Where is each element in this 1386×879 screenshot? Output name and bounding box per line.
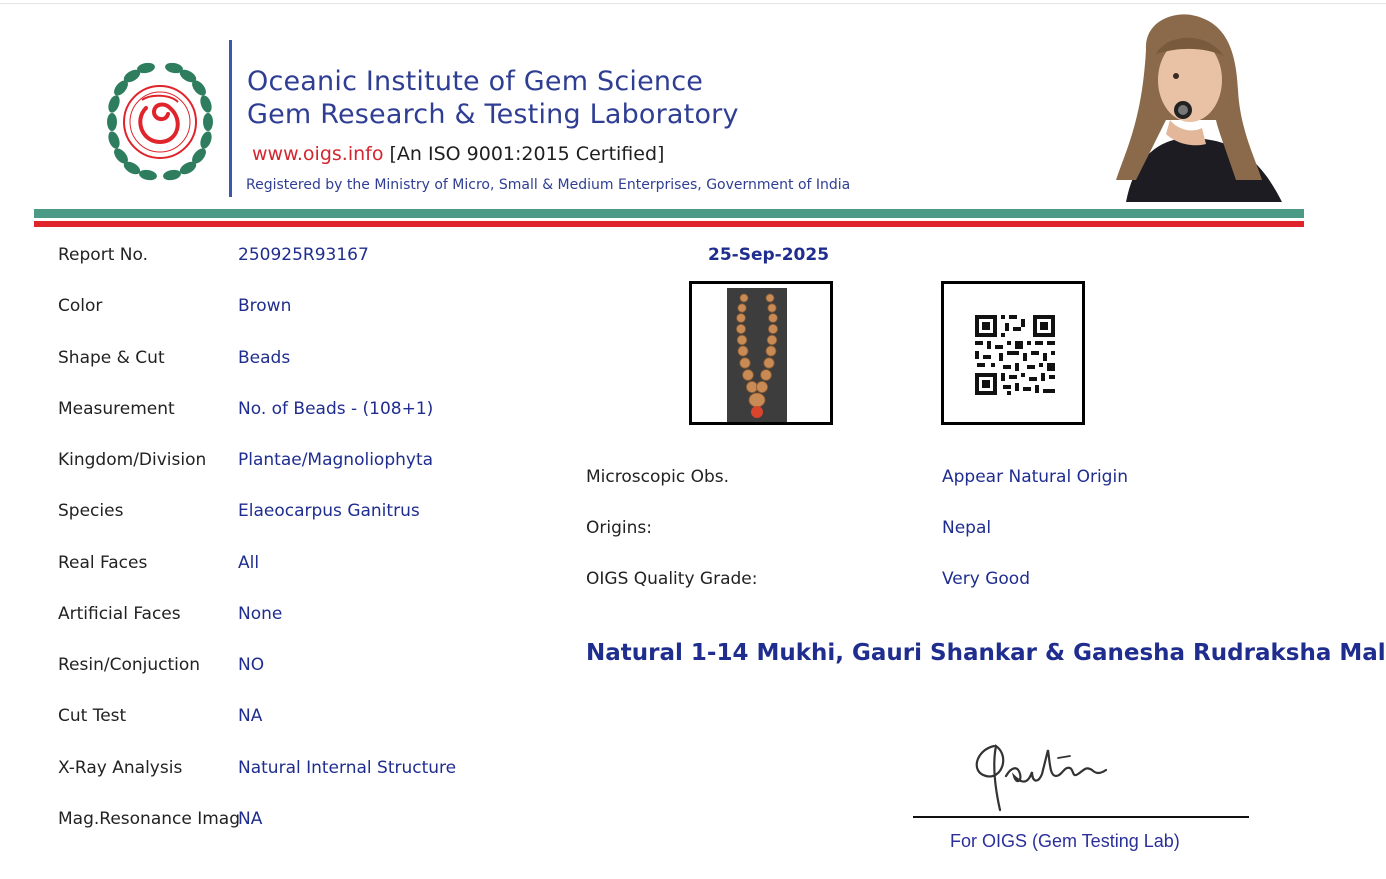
field-label-mri: Mag.Resonance Imag [58, 809, 241, 829]
iso-certification: [An ISO 9001:2015 Certified] [389, 143, 665, 165]
lab-name: Gem Research & Testing Laboratory [247, 99, 739, 130]
field-value-microscopic: Appear Natural Origin [942, 467, 1128, 487]
field-value-real-faces: All [238, 553, 260, 573]
signature-caption: For OIGS (Gem Testing Lab) [950, 831, 1180, 851]
field-label-kingdom: Kingdom/Division [58, 450, 207, 470]
qr-code-frame [941, 281, 1085, 425]
signature-line [913, 816, 1249, 818]
qr-code-icon[interactable] [944, 284, 1082, 422]
field-label-microscopic: Microscopic Obs. [586, 467, 730, 487]
header-divider [229, 40, 232, 197]
top-divider [0, 3, 1386, 4]
field-label-cut-test: Cut Test [58, 706, 127, 726]
field-label-shape-cut: Shape & Cut [58, 348, 165, 368]
product-title: Natural 1-14 Mukhi, Gauri Shankar & Gane… [586, 640, 1386, 666]
field-label-xray: X-Ray Analysis [58, 758, 183, 778]
field-label-quality-grade: OIGS Quality Grade: [586, 569, 758, 589]
handwritten-signature [975, 744, 1108, 812]
field-value-artificial-faces: None [238, 604, 283, 624]
rudraksha-mala-image [727, 288, 787, 422]
field-value-mri: NA [238, 809, 263, 829]
field-label-species: Species [58, 501, 124, 521]
website-line: www.oigs.info [An ISO 9001:2015 Certifie… [252, 143, 664, 165]
registration-text: Registered by the Ministry of Micro, Sma… [246, 177, 851, 193]
field-label-real-faces: Real Faces [58, 553, 148, 573]
field-value-quality-grade: Very Good [942, 569, 1030, 589]
report-date: 25-Sep-2025 [708, 245, 830, 265]
field-label-measurement: Measurement [58, 399, 175, 419]
field-label-report-no: Report No. [58, 245, 148, 265]
gemologist-photo [1086, 10, 1284, 202]
field-value-species: Elaeocarpus Ganitrus [238, 501, 420, 521]
field-value-kingdom: Plantae/Magnoliophyta [238, 450, 434, 470]
field-value-measurement: No. of Beads - (108+1) [238, 399, 434, 419]
website-link[interactable]: www.oigs.info [252, 143, 383, 165]
field-value-resin: NO [238, 655, 265, 675]
header-band-green [34, 209, 1304, 218]
header-band-red [34, 221, 1304, 227]
field-label-origins: Origins: [586, 518, 652, 538]
field-value-report-no: 250925R93167 [238, 245, 369, 265]
oigs-logo-wreath [107, 62, 213, 181]
field-label-artificial-faces: Artificial Faces [58, 604, 181, 624]
field-label-color: Color [58, 296, 103, 316]
field-value-xray: Natural Internal Structure [238, 758, 457, 778]
field-value-shape-cut: Beads [238, 348, 291, 368]
field-value-cut-test: NA [238, 706, 263, 726]
field-value-origins: Nepal [942, 518, 992, 538]
product-image-frame [689, 281, 833, 425]
field-value-color: Brown [238, 296, 292, 316]
field-label-resin: Resin/Conjuction [58, 655, 201, 675]
institute-name: Oceanic Institute of Gem Science [247, 66, 704, 97]
